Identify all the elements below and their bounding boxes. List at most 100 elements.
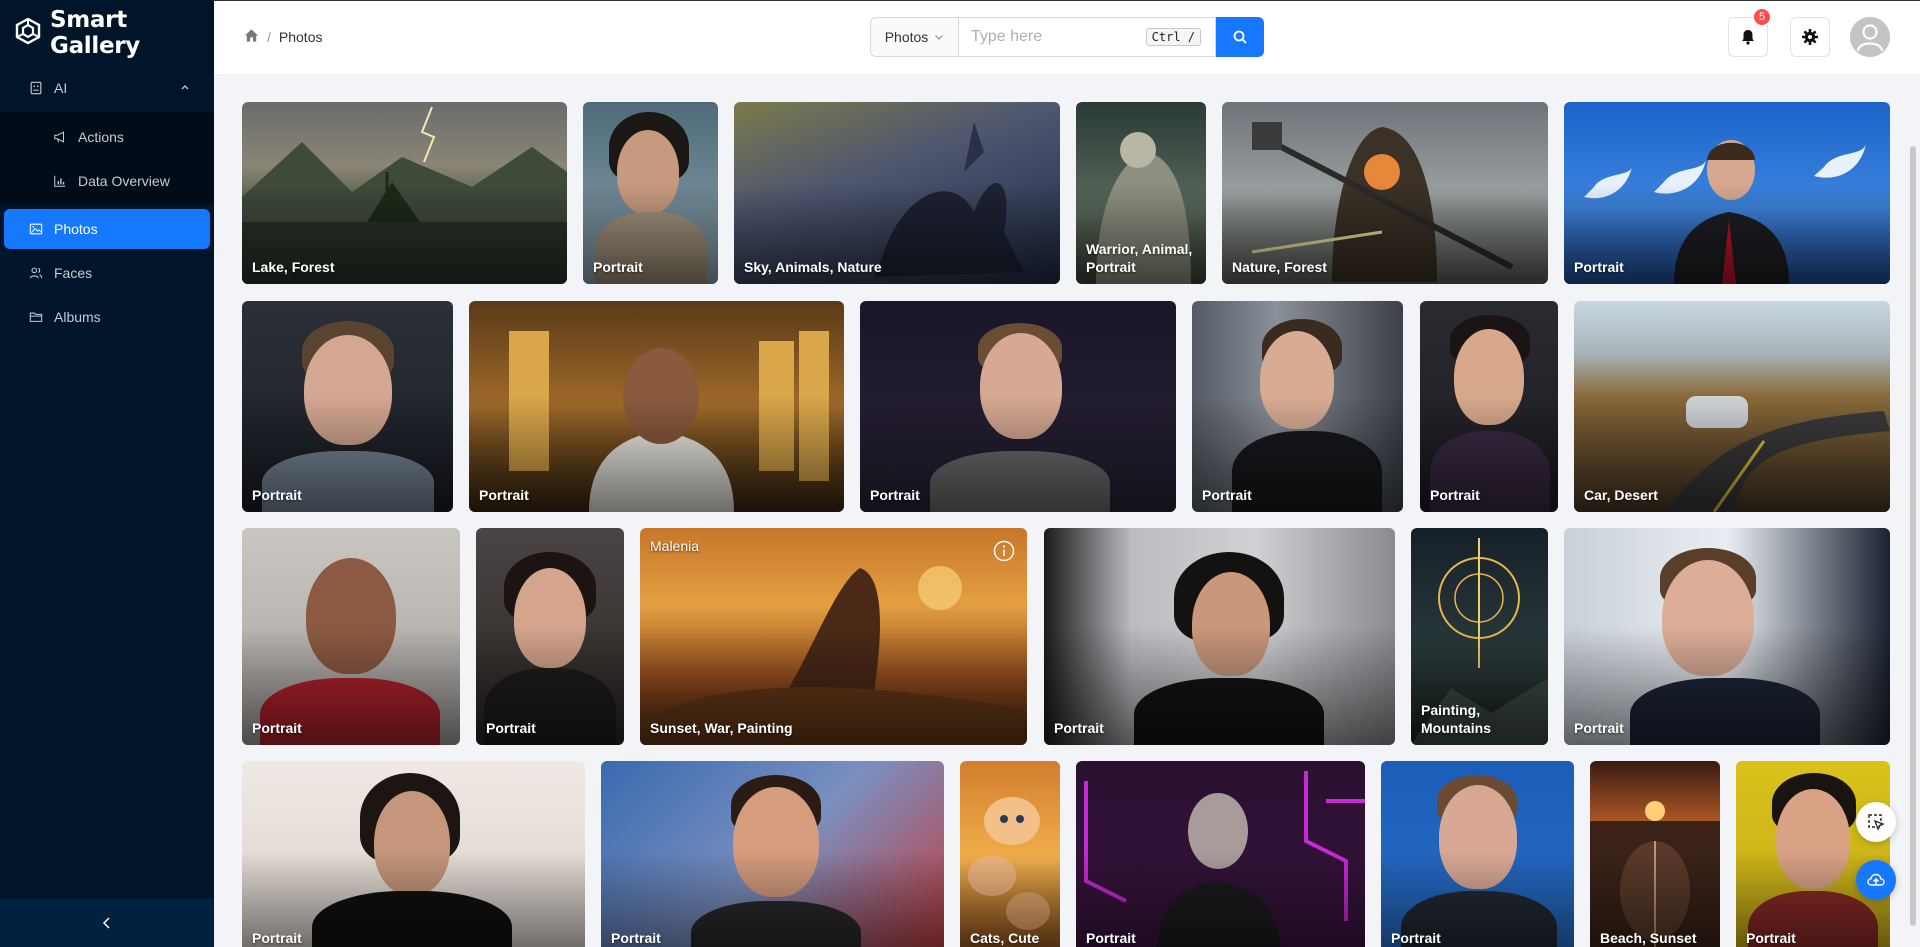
notification-badge: 5 <box>1753 8 1771 26</box>
sidebar-item-label: Photos <box>54 221 98 237</box>
upload-button[interactable] <box>1856 860 1896 900</box>
photo-card[interactable]: Portrait <box>1076 761 1365 947</box>
photo-caption: Nature, Forest <box>1232 259 1327 275</box>
photo-caption: Portrait <box>1054 720 1104 736</box>
search-type-select[interactable]: Photos <box>870 17 958 57</box>
search-type-value: Photos <box>884 29 929 45</box>
photo-card[interactable]: Portrait <box>1381 761 1574 947</box>
sidebar-item-label: Data Overview <box>78 173 170 189</box>
cloud-upload-icon <box>1867 873 1885 886</box>
sidebar-item-label: Actions <box>78 129 124 145</box>
photo-card[interactable]: Nature, Forest <box>1222 102 1548 284</box>
photo-card[interactable]: Painting, Mountains <box>1411 528 1548 745</box>
photo-card[interactable]: Portrait <box>1044 528 1395 745</box>
home-icon[interactable] <box>244 28 259 46</box>
app-root: Smart Gallery AI Actions Data Overview P… <box>0 0 1920 947</box>
breadcrumb: / Photos <box>244 28 322 46</box>
photo-caption: Portrait <box>252 930 302 946</box>
photo-card[interactable]: Portrait <box>1192 301 1403 512</box>
robot-icon <box>28 80 44 96</box>
gallery-scrollbar[interactable] <box>1908 74 1918 929</box>
sidebar: Smart Gallery AI Actions Data Overview P… <box>0 0 214 947</box>
photo-card[interactable]: Portrait <box>242 761 585 947</box>
photo-card[interactable]: Portrait <box>469 301 844 512</box>
photo-caption: Portrait <box>611 930 661 946</box>
photo-card[interactable]: Portrait <box>242 301 453 512</box>
search-icon <box>1233 30 1247 44</box>
photo-card[interactable]: Portrait <box>1420 301 1558 512</box>
photo-caption: Portrait <box>1391 930 1441 946</box>
photo-caption: Beach, Sunset <box>1600 930 1697 946</box>
photo-caption: Car, Desert <box>1584 487 1658 503</box>
bar-chart-icon <box>52 173 68 189</box>
photo-caption: Warrior, Animal, Portrait <box>1086 241 1193 275</box>
photo-caption: Portrait <box>252 720 302 736</box>
info-icon[interactable] <box>993 540 1015 562</box>
photo-caption: Portrait <box>1430 487 1480 503</box>
photo-card[interactable]: Portrait <box>583 102 718 284</box>
folder-icon <box>28 309 44 325</box>
notifications-button[interactable]: 5 <box>1728 8 1771 57</box>
logo-icon <box>14 17 50 50</box>
photo-card[interactable]: Portrait <box>601 761 944 947</box>
picture-icon <box>28 221 44 237</box>
sidebar-item-faces[interactable]: Faces <box>4 253 210 293</box>
settings-button[interactable] <box>1790 17 1830 57</box>
photo-card[interactable]: Portrait <box>476 528 624 745</box>
users-icon <box>28 265 44 281</box>
photo-title: Malenia <box>650 538 700 554</box>
search-input[interactable] <box>959 18 1139 56</box>
photo-gallery: Lake, Forest Portrait Sky, Animals, Natu… <box>214 74 1920 947</box>
megaphone-icon <box>52 129 68 145</box>
photo-caption: Portrait <box>1202 487 1252 503</box>
photo-card[interactable]: Beach, Sunset <box>1590 761 1720 947</box>
photo-caption: Portrait <box>1574 720 1624 736</box>
photo-card[interactable]: Portrait <box>1564 102 1890 284</box>
photo-card[interactable]: Portrait <box>1564 528 1890 745</box>
photo-card[interactable]: Portrait <box>242 528 460 745</box>
photo-card[interactable]: Lake, Forest <box>242 102 567 284</box>
user-avatar[interactable] <box>1850 17 1890 57</box>
select-cursor-icon <box>1868 814 1885 831</box>
sidebar-item-photos[interactable]: Photos <box>4 209 210 249</box>
chevron-left-icon <box>102 917 110 929</box>
photo-card[interactable]: Sky, Animals, Nature <box>734 102 1060 284</box>
top-header: / Photos Photos Ctrl / 5 <box>214 0 1920 74</box>
app-logo[interactable]: Smart Gallery <box>0 0 214 66</box>
photo-card[interactable]: Warrior, Animal, Portrait <box>1076 102 1206 284</box>
select-mode-button[interactable] <box>1856 802 1896 842</box>
photo-caption: Portrait <box>1086 930 1136 946</box>
breadcrumb-current: Photos <box>278 29 323 45</box>
breadcrumb-separator: / <box>267 29 271 45</box>
app-title: Smart Gallery <box>50 7 141 59</box>
photo-card[interactable]: Portrait <box>1736 761 1890 947</box>
photo-card[interactable]: Malenia Sunset, War, Painting <box>640 528 1027 745</box>
photo-caption: Portrait <box>1746 930 1796 946</box>
sidebar-item-label: Faces <box>54 265 93 281</box>
scrollbar-thumb[interactable] <box>1910 146 1916 926</box>
sidebar-collapse-button[interactable] <box>0 899 214 947</box>
gear-icon <box>1802 29 1818 45</box>
sidebar-item-ai[interactable]: AI <box>4 68 210 108</box>
photo-caption: Portrait <box>486 720 536 736</box>
bell-icon <box>1742 30 1754 45</box>
sidebar-item-actions[interactable]: Actions <box>4 117 210 157</box>
sidebar-item-label: Albums <box>54 309 101 325</box>
photo-caption: Portrait <box>870 487 920 503</box>
search-bar: Photos Ctrl / <box>870 17 1264 57</box>
chevron-up-icon <box>181 85 189 90</box>
sidebar-item-albums[interactable]: Albums <box>4 297 210 337</box>
shortcut-hint: Ctrl / <box>1145 28 1201 46</box>
photo-caption: Portrait <box>1574 259 1624 275</box>
photo-card[interactable]: Portrait <box>860 301 1176 512</box>
sidebar-item-data-overview[interactable]: Data Overview <box>4 161 210 201</box>
user-icon <box>1850 17 1890 57</box>
search-input-wrapper: Ctrl / <box>958 17 1216 57</box>
photo-caption: Sky, Animals, Nature <box>744 259 882 275</box>
photo-caption: Portrait <box>593 259 643 275</box>
photo-caption: Sunset, War, Painting <box>650 720 793 736</box>
photo-card[interactable]: Car, Desert <box>1574 301 1890 512</box>
photo-caption: Painting, Mountains <box>1421 702 1491 736</box>
photo-card[interactable]: Cats, Cute <box>960 761 1060 947</box>
search-button[interactable] <box>1216 17 1264 57</box>
